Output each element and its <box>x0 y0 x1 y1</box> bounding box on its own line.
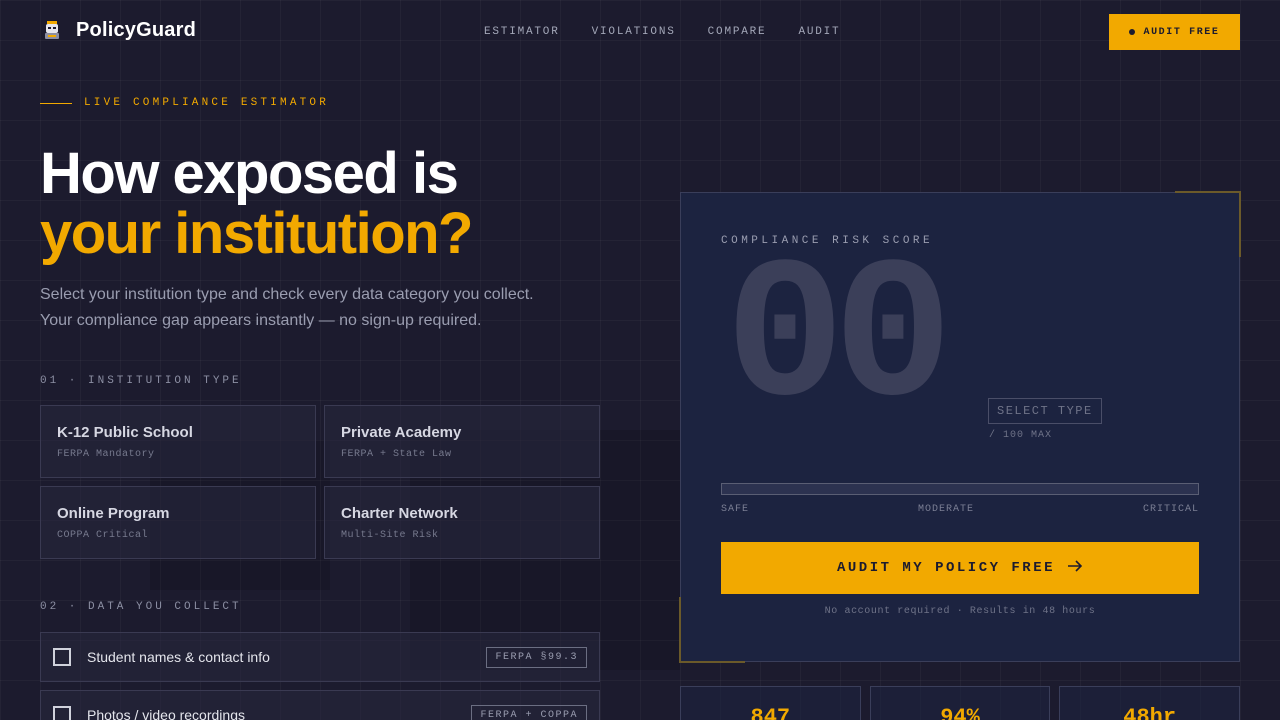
brand[interactable]: PolicyGuard <box>42 19 196 42</box>
audit-my-policy-button[interactable]: AUDIT MY POLICY FREE <box>721 542 1199 594</box>
audit-free-label: AUDIT FREE <box>1143 26 1220 38</box>
data-row-label: Photos / video recordings <box>87 707 245 720</box>
nav-link-estimator[interactable]: ESTIMATOR <box>484 26 560 38</box>
stats-row: 847 94% 48hr <box>680 686 1241 720</box>
type-card-charter-network[interactable]: Charter Network Multi-Site Risk <box>324 486 600 559</box>
stat-value: 94% <box>940 705 980 720</box>
type-card-subtitle: COPPA Critical <box>57 530 149 541</box>
nav-link-violations[interactable]: VIOLATIONS <box>592 26 676 38</box>
score-value: 00 <box>725 227 953 454</box>
type-card-title: Private Academy <box>341 424 462 441</box>
status-badge: SELECT TYPE <box>988 398 1102 424</box>
stat-card: 94% <box>869 686 1051 720</box>
type-card-subtitle: FERPA + State Law <box>341 449 452 460</box>
brand-name: PolicyGuard <box>76 19 197 41</box>
nav-link-audit[interactable]: AUDIT <box>798 26 840 38</box>
data-row-label: Student names & contact info <box>87 649 270 665</box>
corner-accent <box>1175 191 1241 257</box>
stat-value: 847 <box>750 705 791 720</box>
dot-icon <box>1129 29 1136 35</box>
page-title: How exposed is your institution? <box>40 141 474 266</box>
meter-label-safe: SAFE <box>721 504 750 515</box>
subtext-line-1: Select your institution type and check e… <box>40 286 534 303</box>
data-category-list: Student names & contact info FERPA §99.3… <box>40 632 600 720</box>
regulation-tag: FERPA + COPPA <box>471 704 587 720</box>
audit-my-policy-label: AUDIT MY POLICY FREE <box>836 560 1056 576</box>
type-card-title: Online Program <box>57 505 170 522</box>
eyebrow: LIVE COMPLIANCE ESTIMATOR <box>40 97 329 109</box>
headline-line-2: your institution? <box>40 201 474 266</box>
section-label-institution-type: 01 · INSTITUTION TYPE <box>40 375 242 387</box>
eyebrow-text: LIVE COMPLIANCE ESTIMATOR <box>84 97 330 109</box>
checkbox[interactable] <box>53 648 71 666</box>
type-card-k12-public-school[interactable]: K-12 Public School FERPA Mandatory <box>40 405 316 478</box>
stat-card: 847 <box>680 686 861 720</box>
type-card-title: Charter Network <box>341 505 458 522</box>
subtext-line-2: Your compliance gap appears instantly — … <box>40 312 482 329</box>
institution-type-grid: K-12 Public School FERPA Mandatory Priva… <box>40 405 600 559</box>
hero-subtext: Select your institution type and check e… <box>40 282 580 334</box>
type-card-subtitle: FERPA Mandatory <box>57 449 155 460</box>
type-card-title: K-12 Public School <box>57 424 193 441</box>
risk-meter <box>721 483 1199 495</box>
type-card-subtitle: Multi-Site Risk <box>341 530 439 541</box>
nav-links: ESTIMATOR VIOLATIONS COMPARE AUDIT <box>484 26 840 38</box>
nav-link-compare[interactable]: COMPARE <box>708 26 767 38</box>
risk-score-panel: COMPLIANCE RISK SCORE 00 SELECT TYPE / 1… <box>679 191 1241 663</box>
regulation-tag: FERPA §99.3 <box>486 646 587 668</box>
top-nav: PolicyGuard ESTIMATOR VIOLATIONS COMPARE… <box>0 0 1280 64</box>
data-row-student-names[interactable]: Student names & contact info FERPA §99.3 <box>40 632 600 682</box>
score-max: / 100 MAX <box>989 430 1053 441</box>
type-card-private-academy[interactable]: Private Academy FERPA + State Law <box>324 405 600 478</box>
headline-line-1: How exposed is <box>40 141 459 206</box>
shield-mascot-icon <box>42 20 62 42</box>
data-row-photos-video[interactable]: Photos / video recordings FERPA + COPPA <box>40 690 600 720</box>
panel-note: No account required · Results in 48 hour… <box>824 606 1096 617</box>
stat-value: 48hr <box>1123 705 1177 720</box>
checkbox[interactable] <box>53 706 71 720</box>
stat-card: 48hr <box>1059 686 1241 720</box>
meter-label-moderate: MODERATE <box>917 504 974 515</box>
meter-label-critical: CRITICAL <box>1142 504 1199 515</box>
audit-free-button[interactable]: AUDIT FREE <box>1109 14 1240 50</box>
meter-labels: SAFE MODERATE CRITICAL <box>721 504 1199 515</box>
type-card-online-program[interactable]: Online Program COPPA Critical <box>40 486 316 559</box>
eyebrow-line <box>40 102 72 104</box>
section-label-data-you-collect: 02 · DATA YOU COLLECT <box>40 601 242 613</box>
arrow-right-icon <box>1067 559 1083 577</box>
